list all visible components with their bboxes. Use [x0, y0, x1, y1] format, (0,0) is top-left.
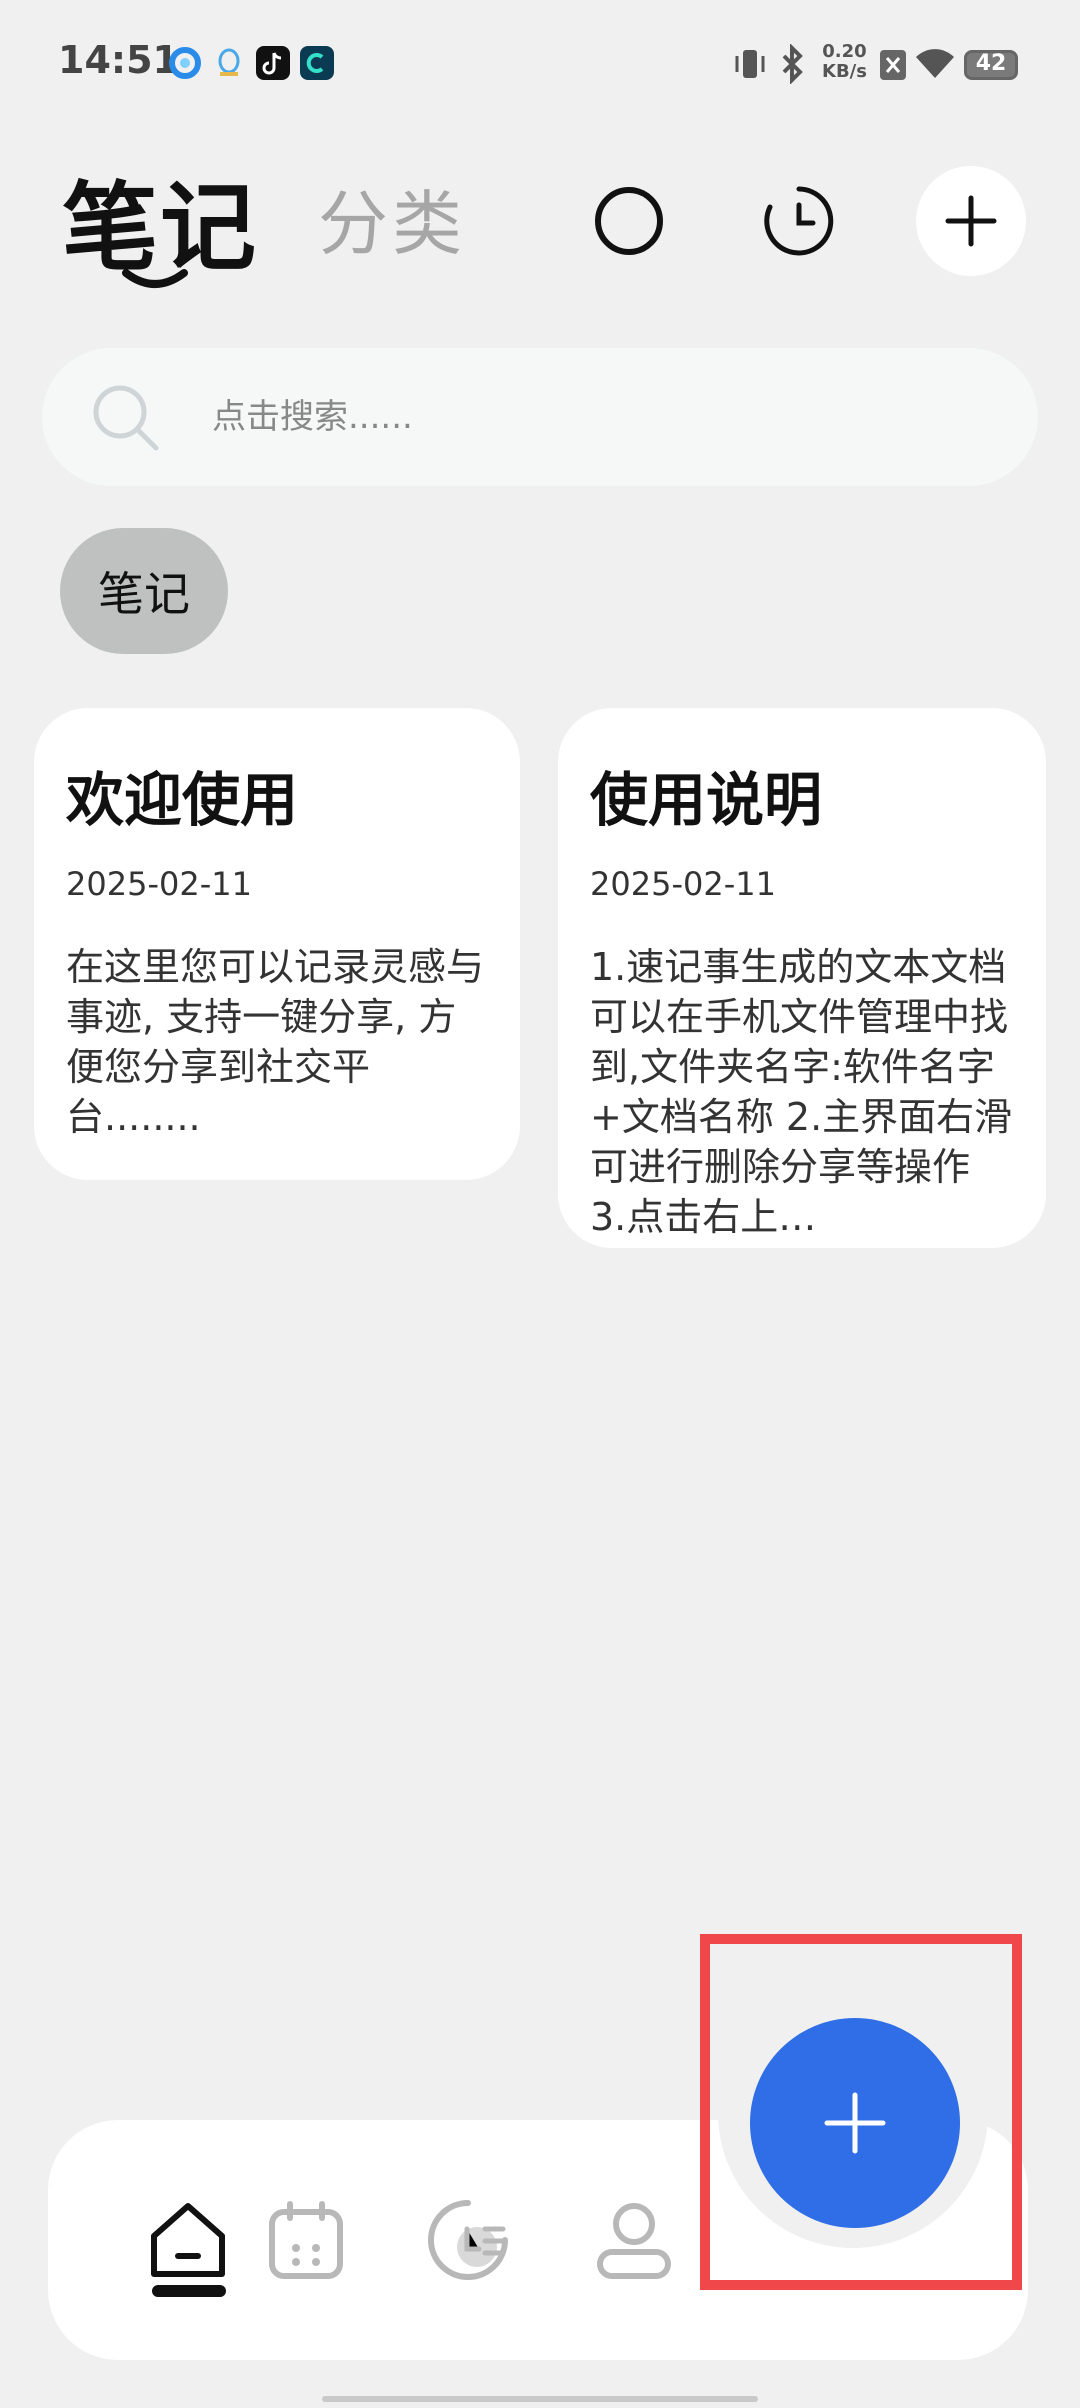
bluetooth-icon [776, 43, 810, 88]
note-body: 1.速记事生成的文本文档可以在手机文件管理中找到,文件夹名字:软件名字+文档名称… [590, 945, 1013, 1239]
circle-icon [595, 187, 663, 255]
history-button[interactable] [744, 166, 854, 276]
wifi-icon [914, 46, 956, 84]
highlight-box [700, 1934, 1022, 2290]
nav-profile[interactable] [584, 2190, 684, 2290]
net-speed-value: 0.20 [822, 41, 867, 62]
note-date: 2025-02-11 [66, 865, 252, 903]
plus-icon [945, 195, 997, 247]
history-icon [428, 2200, 508, 2280]
note-card[interactable]: 使用说明 2025-02-11 1.速记事生成的文本文档可以在手机文件管理中找到… [558, 708, 1046, 1248]
qq-app-icon [212, 46, 246, 80]
home-indicator [322, 2396, 758, 2402]
net-speed-unit: KB/s [822, 61, 867, 82]
home-icon [151, 2203, 225, 2277]
tiktok-app-icon [256, 46, 290, 80]
note-title: 使用说明 [590, 766, 823, 834]
battery-indicator: 42 [964, 50, 1018, 80]
app-icon [300, 46, 334, 80]
battery-level: 42 [975, 51, 1007, 76]
browser-app-icon [168, 46, 202, 80]
category-chip[interactable]: 笔记 [60, 528, 228, 654]
search-bar[interactable] [42, 348, 1038, 486]
circle-button[interactable] [574, 166, 684, 276]
network-speed: 0.20 KB/s [822, 42, 867, 82]
profile-icon [597, 2203, 671, 2279]
note-body: 在这里您可以记录灵感与事迹, 支持一键分享, 方便您分享到社交平台.......… [66, 945, 485, 1139]
search-input[interactable] [210, 378, 994, 456]
status-time: 14:51 [58, 38, 179, 82]
status-bar: 14:51 0.20 KB/s 42 [0, 0, 1080, 130]
clock-icon [764, 186, 834, 256]
note-date: 2025-02-11 [590, 865, 776, 903]
nav-active-indicator [152, 2285, 226, 2297]
tab-active-indicator [122, 269, 188, 288]
nav-calendar[interactable] [256, 2190, 356, 2290]
search-icon [93, 385, 159, 451]
add-button[interactable] [916, 166, 1026, 276]
tab-category[interactable]: 分类 [318, 168, 466, 269]
calendar-icon [269, 2201, 343, 2279]
note-title: 欢迎使用 [66, 766, 299, 834]
nav-history[interactable] [418, 2190, 518, 2290]
vibrate-icon [732, 46, 768, 86]
note-card[interactable]: 欢迎使用 2025-02-11 在这里您可以记录灵感与事迹, 支持一键分享, 方… [34, 708, 520, 1180]
sim-off-icon [878, 48, 908, 86]
nav-home[interactable] [138, 2190, 238, 2290]
